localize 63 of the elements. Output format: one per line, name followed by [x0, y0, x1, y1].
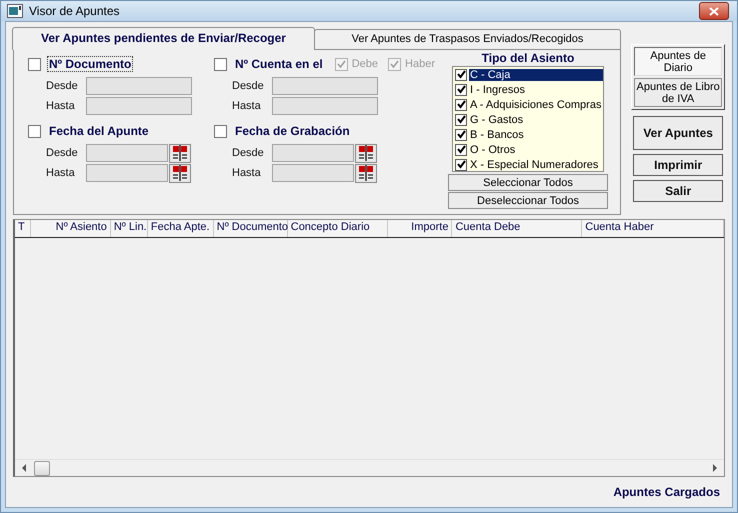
calendar-icon	[358, 165, 374, 181]
filter-label: Nº Cuenta en el	[234, 56, 324, 72]
column-header[interactable]: Fecha Apte.	[148, 220, 214, 237]
column-header[interactable]: Cuenta Haber	[582, 220, 724, 237]
checkbox[interactable]	[455, 158, 467, 170]
column-header[interactable]: Importe	[388, 220, 452, 237]
column-header[interactable]: Nº Asiento	[30, 220, 111, 237]
field-label: Desde	[45, 80, 79, 92]
list-title: Tipo del Asiento	[480, 51, 576, 66]
action-button[interactable]: Imprimir	[633, 154, 723, 176]
option-label: Haber	[405, 58, 435, 70]
field-label: Desde	[231, 147, 265, 159]
column-header[interactable]: Concepto Diario	[288, 220, 388, 237]
list-item[interactable]: G - Gastos	[453, 112, 603, 127]
horizontal-scrollbar[interactable]	[15, 459, 724, 476]
filter-label: Fecha de Grabación	[234, 123, 351, 139]
checkbox[interactable]	[214, 58, 227, 70]
list-item[interactable]: I - Ingresos	[453, 82, 603, 97]
close-icon	[709, 6, 719, 16]
list-item[interactable]: B - Bancos	[453, 127, 603, 142]
view-button[interactable]: Apuntes de Diario	[634, 47, 722, 76]
field-label: Desde	[231, 80, 265, 92]
view-button[interactable]: Apuntes de Libro de IVA	[634, 78, 722, 107]
scroll-right-icon[interactable]	[711, 464, 718, 472]
column-header[interactable]: Nº Lin.	[110, 220, 148, 237]
column-header[interactable]: Nº Documento	[214, 220, 288, 237]
scroll-thumb[interactable]	[34, 460, 50, 476]
scroll-left-icon[interactable]	[21, 464, 28, 472]
tab[interactable]: Ver Apuntes pendientes de Enviar/Recoger	[12, 27, 315, 50]
list-button[interactable]: Deseleccionar Todos	[448, 192, 608, 209]
checkbox[interactable]	[455, 68, 467, 80]
filter-label: Fecha del Apunte	[48, 123, 150, 139]
checkbox[interactable]	[455, 84, 467, 96]
action-button[interactable]: Ver Apuntes	[633, 116, 723, 150]
tab[interactable]: Ver Apuntes de Traspasos Enviados/Recogidos	[314, 29, 621, 49]
list-item[interactable]: X - Especial Numeradores	[453, 157, 603, 171]
field-label: Desde	[45, 147, 79, 159]
calendar-icon	[358, 145, 374, 161]
action-button[interactable]: Salir	[633, 180, 723, 202]
status-text: Apuntes Cargados	[613, 485, 720, 499]
list-button[interactable]: Seleccionar Todos	[448, 174, 608, 191]
calendar-icon	[172, 145, 188, 161]
column-header[interactable]: Cuenta Debe	[452, 220, 582, 237]
field-label: Hasta	[45, 167, 76, 179]
list-item[interactable]: A - Adquisiciones Compras	[453, 97, 603, 112]
window-title: Visor de Apuntes	[29, 4, 121, 18]
window-icon	[7, 4, 23, 18]
option-label: Debe	[352, 58, 378, 70]
checkbox[interactable]	[28, 124, 41, 138]
field-label: Hasta	[231, 167, 262, 179]
field-label: Hasta	[231, 100, 262, 112]
checkbox[interactable]	[455, 144, 467, 156]
column-header[interactable]: T	[15, 220, 31, 237]
checkbox[interactable]	[28, 58, 41, 70]
checkbox[interactable]	[455, 98, 467, 110]
checkbox[interactable]	[214, 124, 227, 138]
close-button[interactable]	[699, 2, 729, 20]
checkbox[interactable]	[455, 114, 467, 126]
field-label: Hasta	[45, 100, 76, 112]
checkbox[interactable]	[455, 128, 467, 140]
calendar-icon	[172, 165, 188, 181]
filter-label: Nº Documento	[47, 56, 134, 72]
list-item[interactable]: O - Otros	[453, 142, 603, 157]
